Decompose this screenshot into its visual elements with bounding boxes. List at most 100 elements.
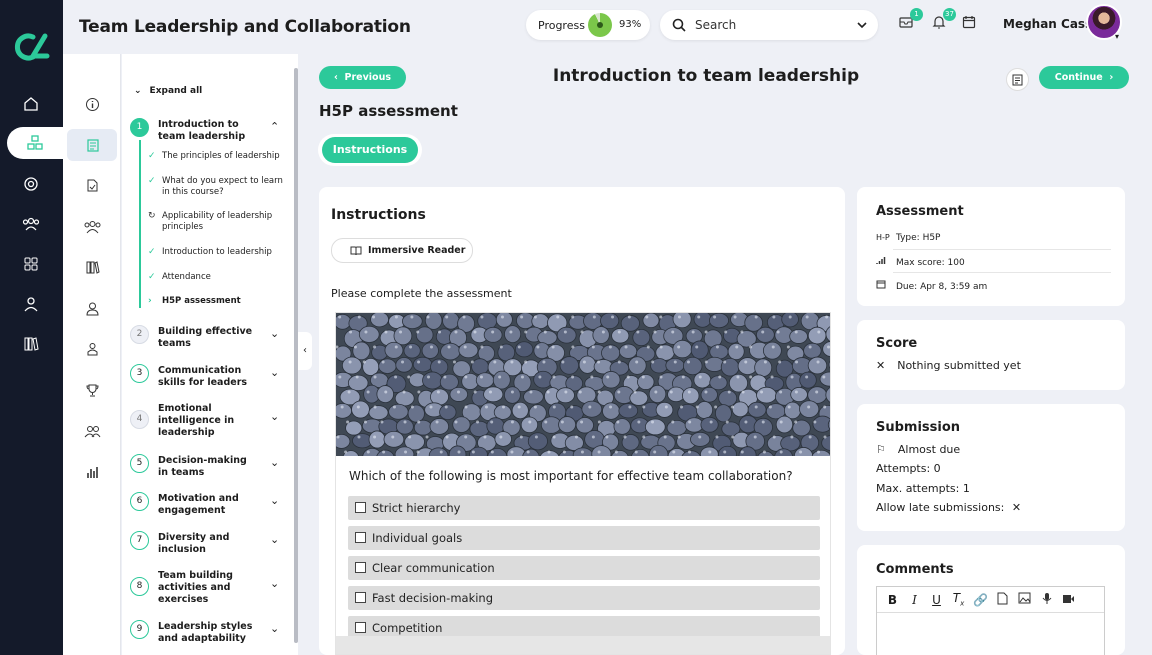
library-icon[interactable] — [20, 333, 42, 355]
people-icon[interactable] — [20, 213, 42, 235]
home-icon[interactable] — [20, 93, 42, 115]
chevron-down-icon: ⌄ — [134, 86, 142, 96]
app-logo[interactable] — [11, 32, 51, 62]
document-icon[interactable] — [67, 169, 117, 201]
section-title: Team building activities and exercises — [158, 570, 233, 605]
close-icon: ✕ — [876, 359, 886, 372]
file-icon[interactable] — [995, 592, 1010, 608]
answer-option[interactable]: Strict hierarchy — [348, 496, 820, 520]
close-icon: ✕ — [1011, 501, 1022, 514]
checkbox[interactable] — [355, 532, 366, 543]
user-name[interactable]: Meghan Cass — [1003, 17, 1092, 31]
chevron-down-icon[interactable]: ⌄ — [270, 622, 279, 635]
chevron-down-icon[interactable]: ⌄ — [270, 366, 279, 379]
instructions-text: Please complete the assessment — [331, 287, 512, 300]
continue-button[interactable]: Continue › — [1039, 66, 1129, 89]
chevron-down-icon[interactable]: ▾ — [1115, 32, 1119, 41]
assessment-max-score: Max score: 100 — [876, 256, 965, 268]
notes-button[interactable] — [1006, 68, 1029, 91]
score-status: ✕ Nothing submitted yet — [876, 359, 1021, 372]
checkbox[interactable] — [355, 562, 366, 573]
outline-item[interactable]: ✓ The principles of leadership — [140, 151, 288, 162]
target-icon[interactable] — [20, 173, 42, 195]
comments-card: Comments B I U Tx 🔗 — [857, 545, 1125, 655]
checkbox[interactable] — [355, 592, 366, 603]
user-icon[interactable] — [67, 292, 117, 324]
collapse-sidebar-button[interactable]: ‹ — [298, 332, 312, 370]
outline-item[interactable]: ✓ Attendance — [140, 272, 288, 283]
score-heading: Score — [876, 336, 918, 351]
books-icon[interactable] — [67, 251, 117, 283]
expand-all-button[interactable]: ⌄ Expand all — [134, 86, 202, 96]
bold-icon[interactable]: B — [885, 593, 900, 607]
score-status-text: Nothing submitted yet — [897, 359, 1021, 372]
profile-icon[interactable] — [20, 293, 42, 315]
item-label: Attendance — [162, 272, 211, 282]
score-card: Score ✕ Nothing submitted yet — [857, 320, 1125, 390]
h5p-content: Which of the following is most important… — [335, 312, 831, 655]
users-icon[interactable] — [67, 415, 117, 447]
underline-icon[interactable]: U — [929, 593, 944, 607]
instructions-card: Instructions Immersive Reader Please com… — [319, 187, 845, 655]
max-attempts: Max. attempts: 1 — [876, 482, 970, 495]
outline-item[interactable]: ✓ What do you expect to learn in this cou… — [140, 176, 288, 198]
submission-card: Submission ⚐ Almost due Attempts: 0 Max. … — [857, 404, 1125, 531]
apps-grid-icon[interactable] — [20, 253, 42, 275]
section-title: Introduction to team leadership — [158, 119, 246, 142]
checkbox[interactable] — [355, 622, 366, 633]
trophy-icon[interactable] — [67, 374, 117, 406]
option-label: Competition — [372, 621, 443, 635]
teacher-icon[interactable] — [67, 333, 117, 365]
outline-item[interactable]: ↻ Applicability of leadership principles — [140, 211, 288, 233]
chevron-down-icon[interactable]: ⌄ — [270, 410, 279, 423]
progress-indicator[interactable]: Progress 93% — [526, 10, 650, 40]
video-icon[interactable] — [1061, 593, 1076, 607]
divider — [893, 272, 1111, 273]
chevron-down-icon[interactable]: ⌄ — [270, 456, 279, 469]
notebook-icon[interactable] — [67, 129, 117, 161]
due-text: Due: Apr 8, 3:59 am — [896, 282, 988, 292]
option-label: Fast decision-making — [372, 591, 494, 605]
check-icon: ✓ — [148, 151, 156, 161]
microphone-icon[interactable] — [1039, 592, 1054, 608]
modules-icon[interactable] — [7, 127, 63, 159]
link-icon[interactable]: 🔗 — [973, 593, 988, 607]
tab-instructions[interactable]: Instructions — [322, 137, 418, 163]
chevron-up-icon[interactable]: ⌃ — [270, 120, 279, 133]
chevron-down-icon[interactable]: ⌄ — [270, 577, 279, 590]
outline-item[interactable]: ✓ Introduction to leadership — [140, 247, 288, 258]
search-input[interactable]: Search — [695, 18, 736, 32]
info-icon[interactable] — [67, 88, 117, 120]
chart-icon[interactable] — [67, 456, 117, 488]
italic-icon[interactable]: I — [907, 593, 922, 607]
progress-ring — [588, 13, 612, 37]
submission-heading: Submission — [876, 420, 961, 435]
editor-toolbar: B I U Tx 🔗 — [877, 587, 1104, 613]
answer-option[interactable]: Clear communication — [348, 556, 820, 580]
answer-option[interactable]: Individual goals — [348, 526, 820, 550]
chevron-down-icon[interactable]: ⌄ — [270, 327, 279, 340]
h5p-icon: H-P — [876, 233, 890, 242]
clear-format-icon[interactable]: Tx — [951, 591, 966, 607]
chevron-down-icon[interactable]: ⌄ — [270, 533, 279, 546]
calendar-icon[interactable] — [961, 14, 981, 34]
checkbox[interactable] — [355, 502, 366, 513]
group-icon[interactable] — [67, 210, 117, 242]
section-title: Diversity and inclusion — [158, 532, 230, 555]
chevron-down-icon[interactable] — [856, 19, 868, 31]
section-number: 8 — [130, 577, 149, 596]
section-number: 3 — [130, 364, 149, 383]
bell-icon[interactable]: 37 — [931, 8, 956, 34]
item-label: Applicability of leadership principles — [162, 211, 273, 232]
h5p-footer — [336, 636, 830, 654]
outline-item-current[interactable]: › H5P assessment — [140, 296, 288, 307]
search-box[interactable]: Search — [660, 10, 878, 40]
app-title: Team Leadership and Collaboration — [79, 17, 411, 37]
chevron-down-icon[interactable]: ⌄ — [270, 494, 279, 507]
comment-editor[interactable]: B I U Tx 🔗 — [876, 586, 1105, 655]
immersive-reader-button[interactable]: Immersive Reader — [331, 238, 473, 263]
messages-icon[interactable]: 1 — [898, 8, 923, 34]
image-icon[interactable] — [1017, 592, 1032, 607]
divider — [893, 249, 1111, 250]
answer-option[interactable]: Fast decision-making — [348, 586, 820, 610]
